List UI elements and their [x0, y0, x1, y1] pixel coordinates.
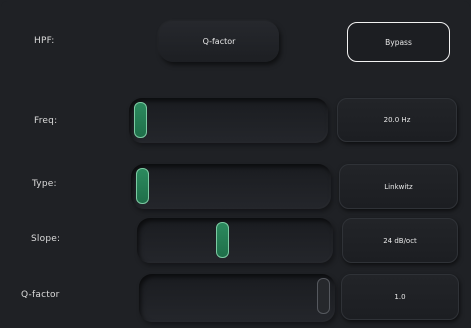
type-value[interactable]: Linkwitz [339, 164, 458, 209]
q-factor-button[interactable]: Q-factor [159, 21, 279, 62]
freq-slider[interactable] [129, 98, 328, 143]
slope-label: Slope: [31, 234, 61, 244]
type-slider-thumb[interactable] [136, 168, 149, 204]
slope-value[interactable]: 24 dB/oct [342, 218, 458, 263]
freq-value[interactable]: 20.0 Hz [337, 98, 457, 142]
bypass-button[interactable]: Bypass [347, 22, 450, 62]
type-slider[interactable] [131, 164, 331, 209]
hpf-panel: HPF: Q-factor Bypass Freq: 20.0 Hz Type:… [1, 1, 470, 326]
slope-slider[interactable] [137, 218, 333, 263]
type-label: Type: [32, 179, 57, 189]
q-factor-slider[interactable] [139, 274, 335, 322]
hpf-label: HPF: [34, 36, 55, 46]
q-factor-value[interactable]: 1.0 [341, 274, 459, 320]
q-factor-label: Q-factor [21, 290, 60, 300]
slope-slider-thumb[interactable] [216, 222, 230, 258]
freq-slider-thumb[interactable] [134, 102, 147, 138]
freq-label: Freq: [34, 116, 58, 126]
q-factor-slider-thumb[interactable] [317, 278, 330, 314]
